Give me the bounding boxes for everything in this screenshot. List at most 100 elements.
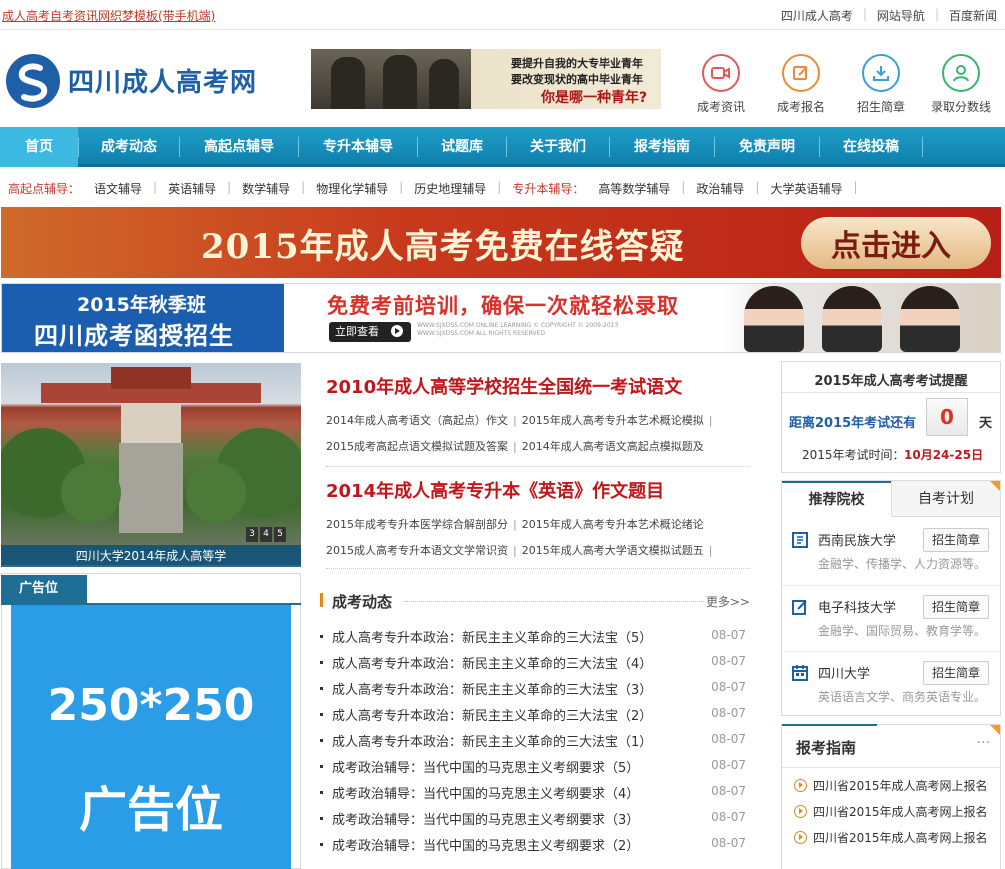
divider	[782, 392, 1000, 393]
headline-title[interactable]: 2014年成人高考专升本《英语》作文题目	[326, 477, 664, 503]
exam-countdown-value: 0	[926, 398, 968, 436]
news-item-title[interactable]: 成人高考专升本政治：新民主主义革命的三大法宝（4）	[332, 653, 652, 672]
headline-link[interactable]: 2014年成人高考语文（高起点）作文	[326, 414, 508, 427]
qa-banner[interactable]: 2015年成人高考免费在线答疑 点击进入	[1, 207, 1001, 278]
qa-banner-button[interactable]: 点击进入	[831, 221, 951, 265]
subnav-item[interactable]: 大学英语辅导	[770, 180, 842, 197]
enroll-banner-line2: 四川成考函授招生	[34, 322, 234, 350]
school-item[interactable]: 四川大学 招生简章 英语语言文学、商务英语专业。	[782, 652, 1000, 718]
divider	[326, 568, 750, 569]
tab-recommended-schools[interactable]: 推荐院校	[782, 481, 891, 517]
nav-submit[interactable]: 在线投稿	[820, 127, 922, 167]
nav-home[interactable]: 首页	[0, 127, 78, 167]
subnav-item[interactable]: 物理化学辅导	[316, 180, 388, 197]
view-now-button[interactable]: 立即查看	[329, 322, 411, 342]
subnav-category: 专升本辅导：	[512, 182, 585, 196]
nav-guide[interactable]: 报考指南	[610, 127, 714, 167]
headline-title[interactable]: 2010年成人高等学校招生全国统一考试语文	[326, 373, 682, 399]
guide-item[interactable]: 四川省2015年成人高考网上报名	[794, 829, 988, 846]
banner-figure	[429, 59, 459, 109]
enroll-banner[interactable]: 2015年秋季班 四川成考函授招生 免费考前培训，确保一次就轻松录取 立即查看 …	[1, 283, 1001, 353]
news-item[interactable]: 成考政治辅导：当代中国的马克思主义考纲要求（3） 08-07	[320, 809, 748, 831]
news-item-title[interactable]: 成人高考专升本政治：新民主主义革命的三大法宝（3）	[332, 679, 652, 698]
sub-nav: 高起点辅导： 语文辅导 | 英语辅导 | 数学辅导 | 物理化学辅导 | 历史地理辅导 |…	[8, 180, 858, 197]
guide-more-link[interactable]: ···	[977, 735, 990, 751]
nav-about[interactable]: 关于我们	[507, 127, 609, 167]
news-item[interactable]: 成人高考专升本政治：新民主主义革命的三大法宝（4） 08-07	[320, 653, 748, 675]
view-now-label: 立即查看	[335, 325, 379, 338]
headline-link[interactable]: 2015年成人高考专升本艺术概论模拟	[522, 414, 704, 427]
guide-item[interactable]: 四川省2015年成人高考网上报名	[794, 803, 988, 820]
header-banner[interactable]: 要提升自我的大专毕业青年 要改变现状的高中毕业青年 你是哪一种青年?	[311, 49, 661, 109]
banner-line: 要提升自我的大专毕业青年	[511, 57, 643, 70]
news-item[interactable]: 成考政治辅导：当代中国的马克思主义考纲要求（4） 08-07	[320, 783, 748, 805]
school-brochure-button[interactable]: 招生简章	[923, 661, 989, 685]
subnav-item[interactable]: 语文辅导	[94, 180, 142, 197]
banner-line: 你是哪一种青年?	[541, 90, 648, 106]
download-icon	[862, 54, 900, 92]
logo-icon	[6, 54, 60, 108]
news-item-title[interactable]: 成考政治辅导：当代中国的马克思主义考纲要求（4）	[332, 783, 639, 802]
site-logo[interactable]: 四川成人高考网	[6, 52, 296, 110]
header-link-register[interactable]: 成考报名	[764, 50, 838, 130]
news-item-title[interactable]: 成考政治辅导：当代中国的马克思主义考纲要求（2）	[332, 835, 639, 854]
news-item[interactable]: 成考政治辅导：当代中国的马克思主义考纲要求（2） 08-07	[320, 835, 748, 857]
top-link-baidu-news[interactable]: 百度新闻	[949, 7, 997, 24]
headline-link[interactable]: 2015年成人高考专升本艺术概论绪论	[522, 518, 704, 531]
bullet-icon	[320, 765, 323, 768]
exam-countdown-unit: 天	[979, 416, 993, 431]
slideshow-caption[interactable]: 四川大学2014年成人高等学	[1, 545, 301, 567]
news-item-date: 08-07	[711, 784, 746, 798]
news-item-title[interactable]: 成人高考专升本政治：新民主主义革命的三大法宝（2）	[332, 705, 652, 724]
school-brochure-button[interactable]: 招生简章	[923, 528, 989, 552]
news-item-title[interactable]: 成考政治辅导：当代中国的马克思主义考纲要求（5）	[332, 757, 639, 776]
nav-disclaimer[interactable]: 免责声明	[715, 127, 819, 167]
guide-item-label: 四川省2015年成人高考网上报名	[813, 805, 988, 819]
play-circle-icon	[794, 779, 807, 792]
header-link-news[interactable]: 成考资讯	[684, 50, 758, 130]
subnav-item[interactable]: 历史地理辅导	[414, 180, 486, 197]
top-link-sichuan[interactable]: 四川成人高考	[781, 7, 853, 24]
subnav-item[interactable]: 数学辅导	[242, 180, 290, 197]
slide-page[interactable]: 5	[274, 527, 286, 542]
site-title-link[interactable]: 成人高考自考资讯网织梦模板(带手机端)	[2, 7, 215, 24]
school-brochure-button[interactable]: 招生简章	[923, 595, 989, 619]
news-item[interactable]: 成考政治辅导：当代中国的马克思主义考纲要求（5） 08-07	[320, 757, 748, 779]
slide-page[interactable]: 3	[246, 527, 258, 542]
main-nav: 首页 成考动态 高起点辅导 专升本辅导 试题库 关于我们 报考指南 免责声明 在…	[0, 127, 1005, 167]
nav-zhuanshengben[interactable]: 专升本辅导	[299, 127, 417, 167]
nav-news[interactable]: 成考动态	[79, 127, 179, 167]
guide-box: 报考指南 ··· 四川省2015年成人高考网上报名 四川省2015年成人高考网上…	[781, 724, 1001, 869]
headline-link[interactable]: 2015成人高考专升本语文文学常识资	[326, 544, 508, 557]
news-item-title[interactable]: 成人高考专升本政治：新民主主义革命的三大法宝（5）	[332, 627, 652, 646]
slide-page[interactable]: 4	[260, 527, 272, 542]
bullet-icon	[320, 791, 323, 794]
news-item[interactable]: 成人高考专升本政治：新民主主义革命的三大法宝（3） 08-07	[320, 679, 748, 701]
news-item-title[interactable]: 成人高考专升本政治：新民主主义革命的三大法宝（1）	[332, 731, 652, 750]
header-link-scores[interactable]: 录取分数线	[924, 50, 998, 130]
subnav-item[interactable]: 英语辅导	[168, 180, 216, 197]
headline-link[interactable]: 2015年成人高考大学语文模拟试题五	[522, 544, 704, 557]
subnav-item[interactable]: 高等数学辅导	[598, 180, 670, 197]
header-link-brochure[interactable]: 招生简章	[844, 50, 918, 130]
news-item[interactable]: 成人高考专升本政治：新民主主义革命的三大法宝（1） 08-07	[320, 731, 748, 753]
school-item[interactable]: 西南民族大学 招生简章 金融学、传播学、人力资源等。	[782, 519, 1000, 585]
headline-link[interactable]: 2015成考高起点语文模拟试题及答案	[326, 440, 508, 453]
news-item[interactable]: 成人高考专升本政治：新民主主义革命的三大法宝（2） 08-07	[320, 705, 748, 727]
headline-link[interactable]: 2015年成考专升本医学综合解剖部分	[326, 518, 508, 531]
nav-question-bank[interactable]: 试题库	[418, 127, 506, 167]
tab-self-study-plan[interactable]: 自考计划	[891, 481, 1000, 517]
school-item[interactable]: 电子科技大学 招生简章 金融学、国际贸易、教育学等。	[782, 586, 1000, 652]
edit-icon	[782, 54, 820, 92]
guide-item[interactable]: 四川省2015年成人高考网上报名	[794, 777, 988, 794]
news-item[interactable]: 成人高考专升本政治：新民主主义革命的三大法宝（5） 08-07	[320, 627, 748, 649]
top-link-sitemap[interactable]: 网站导航	[877, 7, 925, 24]
news-more-link[interactable]: 更多>>	[706, 593, 750, 610]
headline-link[interactable]: 2014年成人高考语文高起点模拟题及	[522, 440, 704, 453]
nav-gaoqidian[interactable]: 高起点辅导	[180, 127, 298, 167]
news-header-rule	[404, 601, 704, 602]
news-item-title[interactable]: 成考政治辅导：当代中国的马克思主义考纲要求（3）	[332, 809, 639, 828]
subnav-item[interactable]: 政治辅导	[696, 180, 744, 197]
news-item-date: 08-07	[711, 628, 746, 642]
calendar-icon	[792, 665, 808, 681]
